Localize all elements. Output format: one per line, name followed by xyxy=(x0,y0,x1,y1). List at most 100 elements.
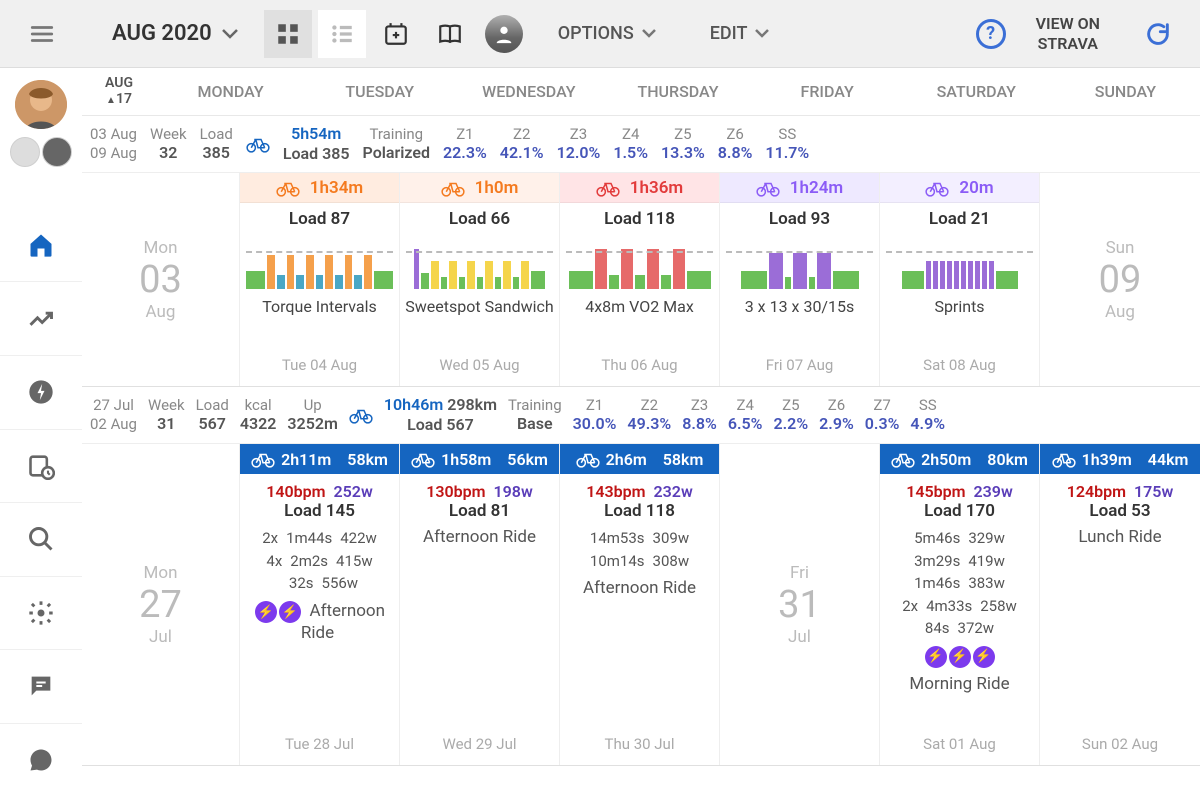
view-on-strava-link[interactable]: VIEW ON STRAVA xyxy=(1036,14,1100,52)
activity-header: 1h58m 56km xyxy=(400,444,559,474)
zone-stat: Z46.5% xyxy=(728,396,763,435)
day-cell-empty[interactable]: Mon 03 Aug xyxy=(82,173,240,386)
workout-chart xyxy=(560,233,719,289)
zone-stat: Z130.0% xyxy=(573,396,617,435)
zone-stat: Z41.5% xyxy=(613,125,648,164)
nav-disqus[interactable] xyxy=(0,724,82,797)
zone-stat: Z62.9% xyxy=(819,396,854,435)
day-cell-empty[interactable]: Fri 31 Jul xyxy=(720,444,880,765)
nav-trends[interactable] xyxy=(0,282,82,356)
chevron-down-icon xyxy=(222,29,238,39)
weekday-header: WEDNESDAY xyxy=(454,82,603,101)
zone-stat: Z312.0% xyxy=(557,125,601,164)
day-cell-planned[interactable]: 1h34m Load 87 Torque Intervals Tue 04 Au… xyxy=(240,173,400,386)
small-avatar-icon[interactable] xyxy=(42,137,72,167)
profile-button[interactable] xyxy=(480,10,528,58)
day-cell-planned[interactable]: 1h36m Load 118 4x8m VO2 Max Thu 06 Aug xyxy=(560,173,720,386)
week-row: Mon 03 Aug 1h34m Load 87 Torque Interval… xyxy=(82,173,1200,387)
zone-stat: SS4.9% xyxy=(910,396,945,435)
nav-search[interactable] xyxy=(0,503,82,577)
weekday-header: MONDAY xyxy=(156,82,305,101)
achievement-bolts: ⚡⚡⚡ xyxy=(880,640,1039,668)
options-label: OPTIONS xyxy=(558,23,634,44)
workout-header: 1h24m xyxy=(720,173,879,203)
nav-chat[interactable] xyxy=(0,650,82,724)
nav-activities[interactable] xyxy=(0,430,82,504)
followed-users[interactable] xyxy=(10,137,72,167)
day-cell-completed[interactable]: 2h11m 58km 140bpm 252w Load 145 2x1m44s4… xyxy=(240,444,400,765)
nav-power[interactable] xyxy=(0,356,82,430)
week-range: 03 Aug 09 Aug xyxy=(90,125,137,163)
week-number: Week 31 xyxy=(148,396,185,435)
list-view-button[interactable] xyxy=(318,10,366,58)
zone-stat: Z513.3% xyxy=(661,125,705,164)
training-type: Training Polarized xyxy=(363,125,430,164)
bolt-icon: ⚡ xyxy=(279,601,301,623)
zone-stat: Z242.1% xyxy=(500,125,544,164)
day-cell-completed[interactable]: 1h58m 56km 130bpm 198w Load 81 Afternoon… xyxy=(400,444,560,765)
day-cell-completed[interactable]: 1h39m 44km 124bpm 175w Load 53 Lunch Rid… xyxy=(1040,444,1200,765)
week-duration: 5h54m Load 385 xyxy=(283,124,350,164)
week-summary-row: 03 Aug 09 Aug Week 32 Load 385 5h54m Loa… xyxy=(82,116,1200,173)
library-button[interactable] xyxy=(426,10,474,58)
calendar-content: AUG ▲17 MONDAY TUESDAY WEDNESDAY THURSDA… xyxy=(82,68,1200,797)
bolt-icon: ⚡ xyxy=(255,601,277,623)
chevron-down-icon xyxy=(642,29,656,38)
nav-settings[interactable] xyxy=(0,577,82,651)
day-cell-completed[interactable]: 2h6m 58km 143bpm 232w Load 118 14m53s309… xyxy=(560,444,720,765)
week-elevation: Up 3252m xyxy=(287,396,337,435)
zone-stat: Z70.3% xyxy=(865,396,900,435)
workout-chart xyxy=(400,233,559,289)
zone-stat: Z122.3% xyxy=(443,125,487,164)
cyclist-avatar-icon xyxy=(485,15,523,53)
day-cell-empty[interactable]: Mon 27 Jul xyxy=(82,444,240,765)
small-avatar-icon[interactable] xyxy=(10,137,40,167)
weekday-header: SATURDAY xyxy=(902,82,1051,101)
hamburger-menu[interactable] xyxy=(18,10,66,58)
workout-chart xyxy=(240,233,399,289)
day-cell-completed[interactable]: 2h50m 80km 145bpm 239w Load 170 5m46s329… xyxy=(880,444,1040,765)
help-char: ? xyxy=(986,23,995,44)
interval-list: 14m53s309w 10m14s308w xyxy=(560,521,719,572)
workout-chart xyxy=(720,233,879,289)
workout-header: 20m xyxy=(880,173,1039,203)
chevron-down-icon xyxy=(755,29,769,38)
week-duration: 10h46m 298km Load 567 xyxy=(384,395,497,435)
user-avatar[interactable] xyxy=(15,80,67,129)
training-type: Training Base xyxy=(508,396,562,435)
workout-header: 1h0m xyxy=(400,173,559,203)
weekday-header: THURSDAY xyxy=(603,82,752,101)
interval-list: 5m46s329w 3m29s419w 1m46s383w 2x4m33s258… xyxy=(880,521,1039,640)
week-header: AUG ▲17 MONDAY TUESDAY WEDNESDAY THURSDA… xyxy=(82,68,1200,116)
workout-chart xyxy=(880,233,1039,289)
bolt-icon: ⚡ xyxy=(949,646,971,668)
bolt-icon: ⚡ xyxy=(925,646,947,668)
week-summary-row: 27 Jul 02 Aug Week 31 Load 567 kcal 4322… xyxy=(82,387,1200,444)
grid-view-button[interactable] xyxy=(264,10,312,58)
help-button[interactable]: ? xyxy=(976,19,1006,49)
activity-header: 2h11m 58km xyxy=(240,444,399,474)
edit-dropdown[interactable]: EDIT xyxy=(686,23,794,44)
add-event-button[interactable] xyxy=(372,10,420,58)
week-kcal: kcal 4322 xyxy=(240,396,277,435)
zone-stat: Z249.3% xyxy=(627,396,671,435)
day-cell-empty[interactable]: Sun 09 Aug xyxy=(1040,173,1200,386)
month-jump[interactable]: AUG ▲17 xyxy=(82,76,156,107)
zone-stat: Z68.8% xyxy=(718,125,753,164)
activity-header: 2h6m 58km xyxy=(560,444,719,474)
activity-header: 1h39m 44km xyxy=(1040,444,1200,474)
nav-home[interactable] xyxy=(0,209,82,283)
zone-stat: SS11.7% xyxy=(765,125,809,164)
options-dropdown[interactable]: OPTIONS xyxy=(534,23,680,44)
month-selector[interactable]: AUG 2020 xyxy=(72,21,258,46)
interval-list: 2x1m44s422w 4x2m2s415w 32s556w xyxy=(240,521,399,595)
day-cell-planned[interactable]: 1h0m Load 66 Sweetspot Sandwich Wed 05 A… xyxy=(400,173,560,386)
week-number: Week 32 xyxy=(150,125,187,164)
workout-header: 1h36m xyxy=(560,173,719,203)
month-label: AUG 2020 xyxy=(112,21,212,46)
refresh-button[interactable] xyxy=(1134,10,1182,58)
activity-header: 2h50m 80km xyxy=(880,444,1039,474)
day-cell-planned[interactable]: 20m Load 21 Sprints Sat 08 Aug xyxy=(880,173,1040,386)
bike-icon xyxy=(246,135,270,153)
day-cell-planned[interactable]: 1h24m Load 93 3 x 13 x 30/15s Fri 07 Aug xyxy=(720,173,880,386)
